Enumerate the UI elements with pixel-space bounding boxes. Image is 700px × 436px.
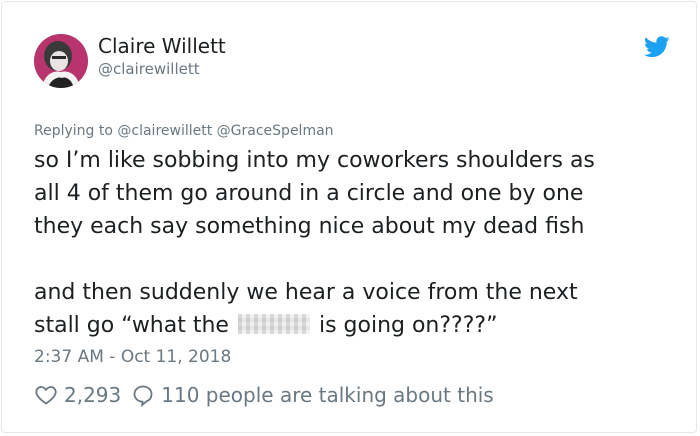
tweet-card: Claire Willett @clairewillett Replying t…	[1, 1, 697, 433]
tweet-line: and then suddenly we hear a voice from t…	[34, 280, 578, 305]
heart-icon	[35, 386, 57, 405]
mention-link[interactable]: @GraceSpelman	[217, 123, 334, 139]
engagement-bar: 2,293 110 people are talking about this	[34, 380, 494, 410]
twitter-bird-icon[interactable]	[644, 36, 670, 58]
tweet-line: so I’m like sobbing into my coworkers sh…	[34, 148, 595, 173]
tweet-line: they each say something nice about my de…	[34, 214, 585, 239]
tweet-line: all 4 of them go around in a circle and …	[34, 181, 584, 206]
author-name[interactable]: Claire Willett	[98, 34, 226, 58]
talking-action[interactable]: 110 people are talking about this	[131, 383, 494, 407]
tweet-timestamp[interactable]: 2:37 AM - Oct 11, 2018	[34, 346, 231, 368]
censored-word	[237, 314, 310, 334]
replying-prefix: Replying to	[34, 123, 113, 139]
tweet-text: so I’m like sobbing into my coworkers sh…	[34, 144, 674, 342]
avatar-image	[34, 34, 88, 88]
replying-to: Replying to @clairewillett @GraceSpelman	[34, 122, 334, 140]
tweet-line-part: stall go “what the	[34, 313, 229, 338]
tweet-line-part: is going on????”	[318, 313, 498, 338]
talking-count-label: 110 people are talking about this	[161, 383, 494, 407]
speech-bubble-icon	[133, 385, 153, 407]
tweet-line: stall go “what the is going on????”	[34, 309, 674, 342]
author-handle[interactable]: @clairewillett	[98, 60, 200, 78]
avatar[interactable]	[34, 34, 88, 88]
like-action[interactable]: 2,293	[34, 383, 131, 407]
mention-link[interactable]: @clairewillett	[117, 123, 212, 139]
like-count: 2,293	[64, 383, 122, 407]
